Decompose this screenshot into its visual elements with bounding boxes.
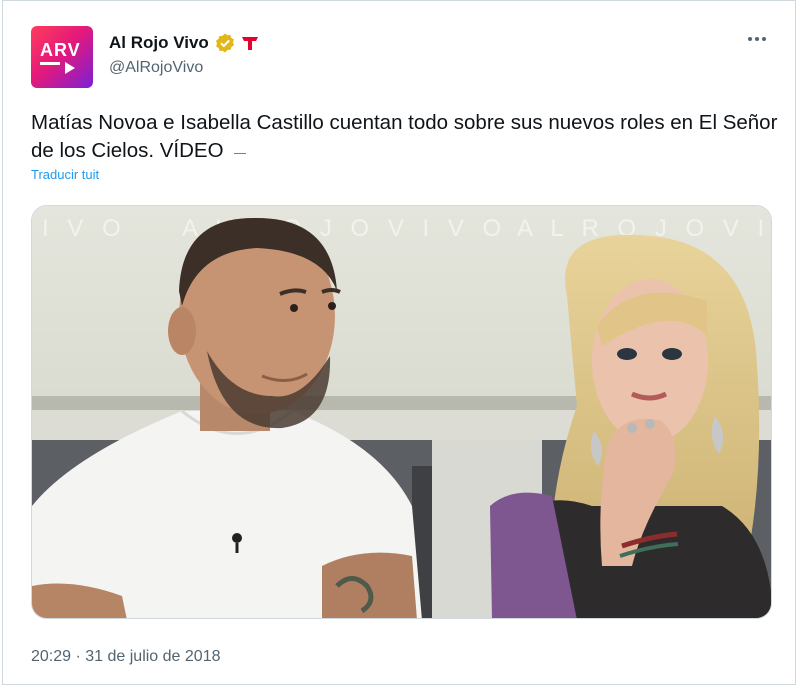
author-handle[interactable]: @AlRojoVivo [109, 59, 203, 77]
video-frame-illustration: I V O A L R O J O V I V O A L R O J O V … [32, 206, 771, 618]
tweet-timestamp[interactable]: 20:29 · 31 de julio de 2018 [31, 648, 220, 666]
author-display-name[interactable]: Al Rojo Vivo [109, 33, 209, 53]
tweet-video-media[interactable]: I V O A L R O J O V I V O A L R O J O V … [31, 205, 772, 619]
verified-badge-icon [215, 33, 234, 53]
avatar-logo-text: ARV [40, 40, 81, 60]
bg-text-left: I V O [42, 215, 127, 242]
more-options-icon[interactable] [745, 31, 769, 47]
tweet-card[interactable]: ARV Al Rojo Vivo @AlRojoVivo Matías Novo… [2, 0, 796, 685]
tweet-body: Matías Novoa e Isabella Castillo cuentan… [31, 111, 778, 162]
tweet-text: Matías Novoa e Isabella Castillo cuentan… [31, 109, 781, 165]
tweet-link-underline[interactable] [233, 149, 246, 155]
author-avatar[interactable]: ARV [31, 26, 93, 88]
author-name-row: Al Rojo Vivo [109, 31, 260, 55]
telemundo-t-logo-icon [241, 37, 258, 50]
translate-tweet-link[interactable]: Traducir tuit [31, 167, 99, 182]
